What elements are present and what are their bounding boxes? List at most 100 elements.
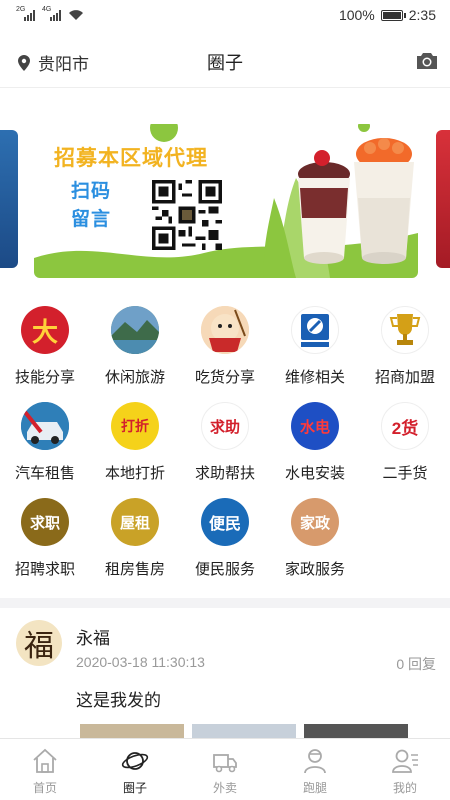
- icon-text: 水电: [299, 418, 330, 436]
- landscape-icon: [111, 306, 159, 354]
- category-recruitment[interactable]: 求职 招聘求职: [0, 498, 90, 594]
- agent-recruit-banner[interactable]: 招募本区域代理 扫码 留言: [34, 118, 418, 278]
- icon-text: 屋租: [119, 514, 150, 532]
- banner-sub-line1: 扫码: [70, 181, 111, 202]
- profile-icon: [392, 749, 418, 773]
- housekeeping-icon: 家政: [291, 498, 339, 546]
- icon-text: 打折: [121, 418, 149, 434]
- post-author[interactable]: 永福: [76, 624, 110, 649]
- category-label: 招商加盟: [374, 369, 435, 386]
- car-icon: [21, 402, 69, 450]
- signal-icon: 2G: [16, 6, 38, 21]
- tab-label: 跑腿: [302, 781, 327, 795]
- section-divider: [0, 598, 450, 608]
- tab-mine[interactable]: 我的: [360, 739, 450, 800]
- category-second-hand[interactable]: 2货 二手货: [360, 402, 450, 498]
- battery-percent: 100%: [338, 7, 375, 23]
- app-root: 2G 4G 100% 2:35 贵阳市 圈子 招募本区域代理 扫码 留言 大 技…: [0, 0, 450, 800]
- prev-banner-peek[interactable]: [0, 130, 18, 268]
- delivery-truck-icon: [213, 754, 237, 773]
- category-label: 水电安装: [284, 465, 345, 482]
- category-repair[interactable]: 维修相关: [270, 306, 360, 402]
- status-right: 100% 2:35: [339, 7, 436, 23]
- category-label: 技能分享: [14, 369, 75, 386]
- skill-share-icon: 大: [21, 306, 69, 354]
- icon-text: 求助: [209, 418, 240, 436]
- icon-text: 求职: [29, 514, 60, 532]
- status-bar: 2G 4G 100% 2:35: [0, 0, 450, 30]
- qr-code-icon: [152, 180, 222, 250]
- tab-home[interactable]: 首页: [0, 739, 90, 800]
- trophy-icon: [381, 306, 429, 354]
- category-skill-share[interactable]: 大 技能分享: [0, 306, 90, 402]
- help-icon: 求助: [201, 402, 249, 450]
- category-label: 招聘求职: [14, 561, 75, 578]
- post-image-thumb[interactable]: [304, 724, 408, 738]
- tab-label: 我的: [392, 781, 417, 795]
- bottom-tab-bar: 首页 圈子 外卖 跑腿 我的: [0, 738, 450, 800]
- icon-text: 2货: [391, 418, 419, 438]
- category-label: 维修相关: [284, 369, 345, 386]
- category-housekeeping[interactable]: 家政 家政服务: [270, 498, 360, 594]
- second-hand-icon: 2货: [381, 402, 429, 450]
- category-foodie-share[interactable]: 吃货分享: [180, 306, 270, 402]
- post-text: 这是我发的: [76, 691, 161, 710]
- category-local-discount[interactable]: 打折 本地打折: [90, 402, 180, 498]
- recruitment-icon: 求职: [21, 498, 69, 546]
- category-car-rental[interactable]: 汽车租售: [0, 402, 90, 498]
- category-label: 求助帮扶: [194, 465, 255, 482]
- category-label: 家政服务: [284, 561, 345, 578]
- category-plumbing-electric[interactable]: 水电 水电安装: [270, 402, 360, 498]
- milk-tea-cups-image: [298, 138, 414, 264]
- convenience-icon: 便民: [201, 498, 249, 546]
- tab-errand[interactable]: 跑腿: [270, 739, 360, 800]
- post-image-thumb[interactable]: [80, 724, 184, 738]
- planet-icon: [121, 752, 149, 770]
- avatar[interactable]: 福: [16, 620, 62, 666]
- category-label: 本地打折: [104, 465, 165, 482]
- icon-text: 家政: [299, 514, 330, 532]
- category-label: 二手货: [382, 465, 428, 482]
- status-icons: 2G 4G: [16, 6, 84, 21]
- signal-tag: 2G: [16, 6, 26, 13]
- camera-icon[interactable]: [416, 52, 438, 70]
- next-banner-peek[interactable]: [436, 130, 450, 268]
- category-leisure-travel[interactable]: 休闲旅游: [90, 306, 180, 402]
- tab-label: 圈子: [122, 781, 147, 795]
- signal-tag: 4G: [42, 6, 52, 13]
- category-label: 吃货分享: [194, 369, 255, 386]
- tab-takeout[interactable]: 外卖: [180, 739, 270, 800]
- category-help[interactable]: 求助 求助帮扶: [180, 402, 270, 498]
- banner-headline: 招募本区域代理: [54, 147, 208, 170]
- category-housing[interactable]: 屋租 租房售房: [90, 498, 180, 594]
- feed-post[interactable]: 福 永福 2020-03-18 11:30:13 0 回复 这是我发的: [0, 608, 450, 738]
- category-label: 汽车租售: [14, 465, 75, 482]
- avatar-char: 福: [24, 629, 54, 664]
- clock: 2:35: [408, 7, 436, 23]
- category-label: 租房售房: [104, 561, 165, 578]
- tab-label: 外卖: [212, 781, 237, 795]
- discount-tag-icon: 打折: [111, 402, 159, 450]
- battery-fill: [382, 11, 401, 19]
- house-rental-icon: 屋租: [111, 498, 159, 546]
- icon-text: 便民: [208, 516, 241, 533]
- banner-carousel[interactable]: 招募本区域代理 扫码 留言: [0, 118, 450, 278]
- banner-scan-text: 扫码 留言: [64, 178, 118, 234]
- plumbing-electric-icon: 水电: [291, 402, 339, 450]
- tab-circle[interactable]: 圈子: [90, 739, 180, 800]
- reply-count[interactable]: 0 回复: [396, 654, 436, 674]
- foodie-face-icon: [201, 306, 249, 354]
- category-label: 便民服务: [194, 561, 255, 578]
- battery-icon: [380, 9, 406, 21]
- category-label: 休闲旅游: [104, 369, 165, 386]
- category-franchise[interactable]: 招商加盟: [360, 306, 450, 402]
- post-image-thumb[interactable]: [192, 724, 296, 738]
- banner-sub-line2: 留言: [70, 209, 111, 230]
- courier-icon: [304, 749, 326, 774]
- tab-label: 首页: [32, 781, 57, 795]
- post-timestamp: 2020-03-18 11:30:13: [76, 654, 205, 670]
- home-icon: [33, 748, 57, 773]
- wifi-icon: [69, 10, 83, 20]
- wrench-sign-icon: [291, 306, 339, 354]
- category-convenience[interactable]: 便民 便民服务: [180, 498, 270, 594]
